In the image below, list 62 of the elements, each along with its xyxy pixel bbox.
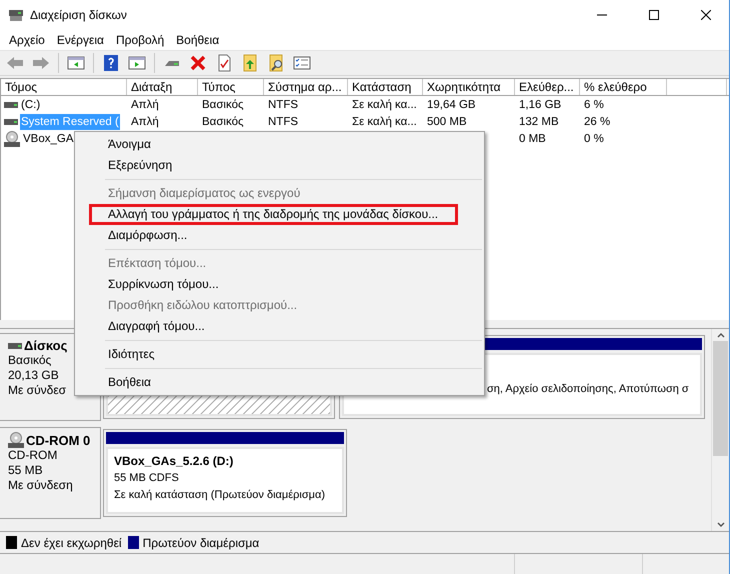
column-header[interactable]: Ελεύθερ... — [515, 79, 580, 95]
table-cell-text: Απλή — [130, 98, 160, 112]
disk-detail: CD-ROM — [8, 448, 58, 463]
disk-info-panel[interactable]: CD-ROM 0 CD-ROM 55 MB Με σύνδεση — [0, 427, 101, 519]
disk-detail: 20,13 GB — [8, 368, 60, 383]
partition-detail: Σε καλή κατάσταση (Πρωτεύον διαμέρισμα) — [114, 488, 326, 503]
disk-detail: Με σύνδεσ — [8, 383, 68, 398]
menu-item[interactable]: Διαμόρφωση... — [77, 225, 482, 246]
table-cell-text: NTFS — [267, 98, 300, 112]
table-cell-text: 26 % — [583, 114, 612, 130]
column-header[interactable]: Τόμος — [1, 79, 127, 95]
table-cell-text: NTFS — [267, 114, 300, 130]
table-cell-text: Βασικός — [201, 114, 245, 130]
table-cell-text: Σε καλή κα... — [351, 114, 418, 130]
table-cell-text: Βασικός — [201, 98, 245, 112]
disk-name: CD-ROM 0 — [26, 432, 90, 448]
menu-item[interactable]: Ενέργεια — [50, 33, 110, 47]
scrollbar[interactable] — [711, 329, 729, 531]
disk-management-icon — [8, 8, 24, 22]
table-cell-text: Απλή — [130, 114, 160, 130]
disk-name: Δίσκος — [24, 338, 68, 353]
menu-item[interactable]: Άνοιγμα — [77, 134, 482, 155]
close-icon[interactable] — [701, 10, 711, 20]
table-cell-text: 1,16 GB — [518, 98, 562, 112]
cd-drive-icon — [4, 130, 20, 146]
drive-icon — [4, 118, 18, 126]
maximize-icon[interactable] — [649, 10, 659, 20]
table-cell-text: 500 MB — [426, 114, 468, 130]
table-cell-text: 19,64 GB — [426, 98, 477, 112]
column-header[interactable]: Τύπος — [198, 79, 264, 95]
disk-detail: 55 MB — [8, 463, 44, 478]
disk-detail: Βασικός — [8, 353, 52, 368]
table-cell[interactable]: VBox_GA — [22, 130, 74, 146]
partition-block[interactable]: VBox_GAs_5.2.6 (D:) 55 MB CDFS Σε καλή κατάσταση (Πρωτεύον διαμέρισμα) — [103, 429, 347, 517]
window-title: Διαχείριση δίσκων — [30, 8, 128, 22]
drive-icon — [8, 342, 22, 350]
column-header[interactable]: Κατάσταση — [348, 79, 423, 95]
legend-label: Δεν έχει εκχωρηθεί — [21, 536, 122, 550]
column-header[interactable]: Διάταξη — [127, 79, 198, 95]
cd-drive-icon — [8, 432, 24, 448]
menu-item[interactable]: Συρρίκνωση τόμου... — [77, 274, 482, 295]
legend-label: Πρωτεύον διαμέρισμα — [142, 536, 260, 550]
menu-item[interactable]: Αλλαγή του γράμματος ή της διαδρομής της μονάδας δίσκου... — [89, 204, 458, 225]
table-cell-text: 0 MB — [518, 132, 547, 146]
column-header[interactable]: Χωρητικότητα — [423, 79, 515, 95]
table-cell-text: 0 % — [583, 132, 605, 146]
column-header[interactable]: Σύστημα αρ... — [264, 79, 348, 95]
table-cell-text: 132 MB — [518, 114, 560, 130]
table-cell-text: 6 % — [583, 98, 605, 112]
partition-detail: ση, Αρχείο σελιδοποίησης, Αποτύπωση σ — [487, 382, 690, 397]
partition-detail: 55 MB CDFS — [114, 471, 180, 486]
table-cell[interactable]: (C:) — [20, 96, 42, 112]
column-header[interactable]: % ελεύθερο — [580, 79, 667, 95]
menu-item[interactable]: Προβολή — [110, 33, 170, 47]
menu-item[interactable]: Αρχείο — [3, 33, 51, 47]
menu-item[interactable]: Βοήθεια — [170, 33, 226, 47]
scroll-thumb[interactable] — [713, 341, 728, 456]
menu-item[interactable]: Εξερεύνηση — [77, 155, 482, 176]
disk-detail: Με σύνδεση — [8, 478, 74, 493]
partition-title: VBox_GAs_5.2.6 (D:) — [114, 453, 234, 470]
table-cell-text: Σε καλή κα... — [351, 98, 418, 112]
drive-icon — [4, 100, 18, 108]
